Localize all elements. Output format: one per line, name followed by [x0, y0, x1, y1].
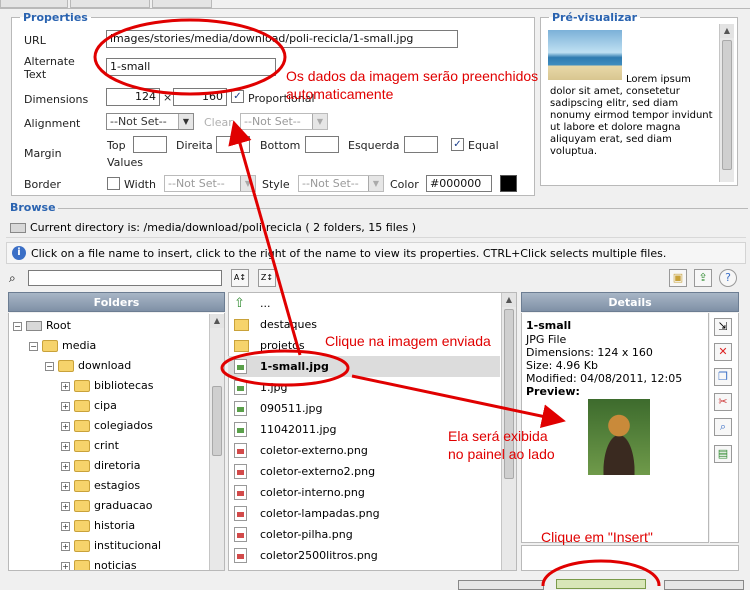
- annotation-shown-line2: no painel ao lado: [448, 446, 555, 462]
- annotation-ring-fields: [93, 18, 287, 96]
- annotation-ring-file: [220, 349, 350, 387]
- annotation-click-image: Clique na imagem enviada: [325, 333, 491, 349]
- annotation-click-insert: Clique em "Insert": [541, 529, 653, 545]
- annotation-autofill-line1: Os dados da imagem serão preenchidos: [286, 68, 539, 84]
- annotation-ring-insert: [541, 559, 661, 586]
- annotation-shown-line1: Ela será exibida: [448, 428, 548, 444]
- annotation-autofill-line2: automaticamente: [286, 86, 394, 102]
- annotation-arrow-right: [351, 374, 566, 429]
- annotation-arrow-up: [228, 120, 302, 356]
